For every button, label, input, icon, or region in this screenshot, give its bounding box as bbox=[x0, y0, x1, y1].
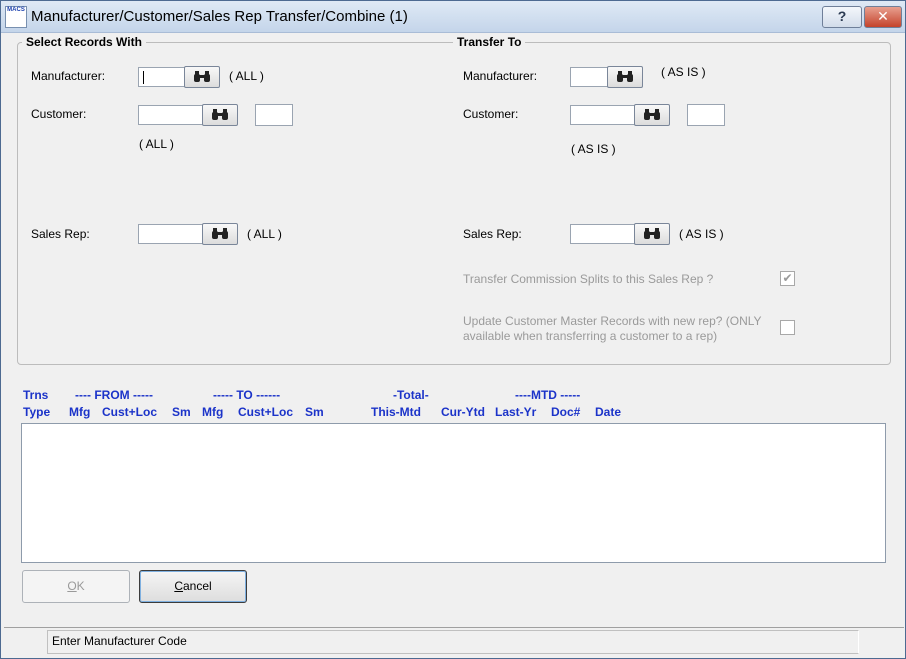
ok-button[interactable]: OK bbox=[22, 570, 130, 603]
binoculars-icon bbox=[212, 228, 228, 239]
transfer-to-heading: Transfer To bbox=[453, 35, 526, 49]
select-manufacturer-input[interactable] bbox=[138, 67, 186, 87]
select-manufacturer-lookup-button[interactable] bbox=[184, 66, 220, 88]
select-salesrep-label: Sales Rep: bbox=[31, 227, 90, 241]
transfer-customer-input[interactable] bbox=[570, 105, 638, 125]
transfer-commission-checkbox[interactable]: ✔ bbox=[780, 271, 795, 286]
select-customer-location-input[interactable] bbox=[255, 104, 293, 126]
col-total-group: -Total- bbox=[393, 388, 429, 402]
binoculars-icon bbox=[644, 228, 660, 239]
binoculars-icon bbox=[212, 109, 228, 120]
select-salesrep-lookup-button[interactable] bbox=[202, 223, 238, 245]
col-type: Type bbox=[23, 405, 51, 419]
transfer-commission-label: Transfer Commission Splits to this Sales… bbox=[463, 272, 714, 286]
col-this-mtd: This-Mtd bbox=[371, 405, 421, 419]
ok-accelerator: O bbox=[67, 579, 77, 593]
transfer-salesrep-lookup-button[interactable] bbox=[634, 223, 670, 245]
col-doc: Doc# bbox=[551, 405, 581, 419]
transfer-manufacturer-note: ( AS IS ) bbox=[661, 65, 706, 79]
transfer-customer-note: ( AS IS ) bbox=[571, 142, 616, 156]
window-title: Manufacturer/Customer/Sales Rep Transfer… bbox=[31, 8, 408, 25]
col-from-sm: Sm bbox=[172, 405, 191, 419]
col-from-custloc: Cust+Loc bbox=[102, 405, 158, 419]
transfer-manufacturer-label: Manufacturer: bbox=[463, 69, 538, 83]
cancel-accelerator: C bbox=[174, 579, 183, 593]
check-icon: ✔ bbox=[782, 271, 793, 285]
select-customer-lookup-button[interactable] bbox=[202, 104, 238, 126]
transfer-salesrep-note: ( AS IS ) bbox=[679, 227, 724, 241]
select-customer-label: Customer: bbox=[31, 107, 87, 121]
app-icon: MACS bbox=[5, 6, 27, 28]
col-trns: Trns bbox=[23, 388, 49, 402]
select-salesrep-note: ( ALL ) bbox=[247, 227, 282, 241]
select-customer-note: ( ALL ) bbox=[139, 137, 174, 151]
status-bar: Enter Manufacturer Code bbox=[4, 627, 904, 658]
dialog-window: MACS Manufacturer/Customer/Sales Rep Tra… bbox=[0, 0, 906, 659]
help-icon: ? bbox=[837, 8, 847, 24]
col-from-mfg: Mfg bbox=[69, 405, 91, 419]
select-salesrep-input[interactable] bbox=[138, 224, 204, 244]
cancel-button[interactable]: Cancel bbox=[139, 570, 247, 603]
status-message: Enter Manufacturer Code bbox=[47, 630, 859, 654]
col-mtd-group: ----MTD ----- bbox=[515, 388, 581, 402]
col-to-mfg: Mfg bbox=[202, 405, 224, 419]
binoculars-icon bbox=[194, 71, 210, 82]
col-to-group: ----- TO ------ bbox=[213, 388, 281, 402]
app-icon-text: MACS bbox=[7, 7, 25, 13]
help-button[interactable]: ? bbox=[822, 6, 862, 28]
col-cur-ytd: Cur-Ytd bbox=[441, 405, 485, 419]
transfer-manufacturer-input[interactable] bbox=[570, 67, 610, 87]
transfer-salesrep-input[interactable] bbox=[570, 224, 638, 244]
select-customer-input[interactable] bbox=[138, 105, 204, 125]
transfer-customer-location-input[interactable] bbox=[687, 104, 725, 126]
select-manufacturer-note: ( ALL ) bbox=[229, 69, 264, 83]
col-to-custloc: Cust+Loc bbox=[238, 405, 294, 419]
select-manufacturer-label: Manufacturer: bbox=[31, 69, 106, 83]
binoculars-icon bbox=[617, 71, 633, 82]
update-customer-checkbox[interactable] bbox=[780, 320, 795, 335]
title-bar[interactable]: MACS Manufacturer/Customer/Sales Rep Tra… bbox=[1, 1, 905, 33]
select-records-heading: Select Records With bbox=[22, 35, 146, 49]
binoculars-icon bbox=[644, 109, 660, 120]
col-date: Date bbox=[595, 405, 622, 419]
transfer-list[interactable] bbox=[21, 423, 886, 563]
close-icon: ✕ bbox=[877, 8, 889, 24]
col-to-sm: Sm bbox=[305, 405, 324, 419]
transfer-salesrep-label: Sales Rep: bbox=[463, 227, 522, 241]
col-from-group: ---- FROM ----- bbox=[75, 388, 153, 402]
text-caret bbox=[143, 71, 144, 84]
transfer-manufacturer-lookup-button[interactable] bbox=[607, 66, 643, 88]
transfer-customer-lookup-button[interactable] bbox=[634, 104, 670, 126]
transfer-customer-label: Customer: bbox=[463, 107, 519, 121]
update-customer-label-line1: Update Customer Master Records with new … bbox=[463, 314, 762, 328]
update-customer-label-line2: available when transferring a customer t… bbox=[463, 329, 718, 343]
close-button[interactable]: ✕ bbox=[864, 6, 902, 28]
col-last-yr: Last-Yr bbox=[495, 405, 537, 419]
